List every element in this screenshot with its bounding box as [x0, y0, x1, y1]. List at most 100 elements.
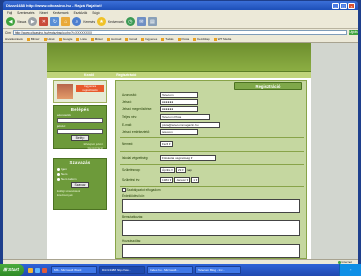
promo-badge[interactable]: Ingyenes regisztráció — [76, 84, 104, 92]
favorites-icon[interactable]: ★ — [97, 17, 107, 26]
form-row: Jelszó emlékeztető: telecom — [122, 129, 304, 135]
taskbar: ⊞ Start MS - Microsoft Word Dizzz4488 ht… — [0, 264, 361, 276]
login-pass-input[interactable] — [57, 129, 103, 134]
minimize-button[interactable]: – — [332, 2, 339, 9]
link-item[interactable]: Google — [58, 37, 72, 41]
menu-tools[interactable]: Eszközök — [74, 11, 88, 15]
nav-register[interactable]: Regisztráció — [116, 73, 136, 77]
birth-day-select[interactable]: 29 — [175, 167, 186, 173]
search-label[interactable]: Keresés — [83, 20, 95, 24]
register-link[interactable]: Regisztráció — [54, 146, 103, 150]
username-field[interactable]: Telecom — [160, 92, 198, 98]
site-nav: Kezdő Regisztráció — [47, 71, 311, 78]
comment-textarea[interactable] — [122, 244, 300, 258]
link-item[interactable]: Posta — [177, 37, 189, 41]
divider — [120, 186, 304, 187]
form-row: Azonosító: Telecom — [122, 92, 304, 98]
link-item[interactable]: Lista — [76, 37, 87, 41]
nav-home[interactable]: Kezdő — [84, 73, 94, 77]
link-item[interactable]: Hotmail — [107, 37, 121, 41]
interests-textarea[interactable] — [122, 199, 300, 213]
go-button[interactable]: Ugrás — [349, 29, 358, 36]
consent-label: Szabályzatot elfogadom — [126, 188, 161, 192]
password-field[interactable]: ●●●●●● — [160, 99, 198, 105]
stop-icon[interactable]: ✕ — [39, 17, 49, 26]
maximize-button[interactable]: □ — [340, 2, 347, 9]
address-input[interactable]: http://www.oitcasino.hu/regisztracio.php… — [12, 29, 347, 36]
radio-icon — [57, 177, 60, 181]
close-button[interactable]: × — [348, 2, 355, 9]
home-icon[interactable]: ⌂ — [61, 17, 71, 26]
email-field[interactable]: pista@telecommagazin.hu — [160, 122, 220, 128]
poll-link[interactable]: Eredmények — [57, 193, 106, 197]
site-container: Kezdő Regisztráció Ingyenes regisztráció… — [47, 43, 311, 259]
poll-option[interactable]: Nem — [57, 172, 103, 176]
windows-logo-icon: ⊞ — [3, 267, 8, 273]
link-item[interactable]: Ingyenes — [141, 37, 157, 41]
task-button[interactable]: MS - Microsoft Word — [51, 266, 97, 274]
back-label[interactable]: Vissza — [17, 20, 26, 24]
poll-option[interactable]: Nem tudom — [57, 177, 103, 181]
link-item[interactable]: Kezdőlap — [193, 37, 210, 41]
link-item[interactable]: Gmail — [125, 37, 137, 41]
history-icon[interactable]: ◷ — [125, 17, 135, 26]
poll-option[interactable]: Igen — [57, 167, 103, 171]
address-label: Cím — [5, 30, 11, 35]
password-confirm-field[interactable]: ●●●●●● — [160, 106, 198, 112]
menu-view[interactable]: Nézet — [40, 11, 48, 15]
field-label: Iskolai végzettség: — [122, 156, 149, 160]
login-pass-label: jelszó: — [57, 124, 66, 128]
media-icon[interactable] — [42, 267, 47, 273]
task-button[interactable]: Dizzz4488 http://ww... — [99, 266, 145, 274]
radio-icon — [57, 172, 60, 176]
links-label: Hivatkozások — [5, 37, 23, 41]
print-icon[interactable]: ▤ — [147, 17, 157, 26]
field-label: Jelszó emlékeztető: — [122, 130, 150, 134]
form-row: Jelszó: ●●●●●● — [122, 99, 304, 105]
refresh-icon[interactable]: ↻ — [50, 17, 60, 26]
mail-icon[interactable]: ✉ — [136, 17, 146, 26]
search-icon[interactable]: ⌕ — [72, 17, 82, 26]
favorites-label[interactable]: Kedvencek — [108, 20, 124, 24]
birth-month-select[interactable]: Április — [160, 167, 175, 173]
task-button[interactable]: Index.hu - Microsoft... — [147, 266, 193, 274]
links-bar: Hivatkozások Bilinsz Hírek Google Lista … — [3, 36, 358, 43]
system-tray: ◔ — [339, 264, 361, 276]
gender-select[interactable]: Férfi — [160, 141, 173, 147]
year-day-select[interactable]: 1 — [191, 177, 200, 183]
vote-button[interactable]: Szavaz — [71, 182, 89, 188]
checkbox-icon[interactable] — [122, 188, 126, 192]
registration-form: Regisztráció Azonosító: Telecom Jelszó: … — [115, 80, 307, 259]
reminder-field[interactable]: telecom — [160, 129, 198, 135]
fullname-field[interactable]: Telecom Pista — [160, 114, 210, 120]
year-month-select[interactable]: Január — [174, 177, 191, 183]
menu-help[interactable]: Súgó — [92, 11, 99, 15]
desktop-icon[interactable] — [28, 267, 33, 273]
form-row: Teljes név: Telecom Pista — [122, 114, 304, 120]
forward-icon[interactable]: ▶ — [28, 17, 38, 26]
task-button[interactable]: Telecom Blog - Inc... — [195, 266, 241, 274]
menu-file[interactable]: Fájl — [7, 11, 12, 15]
promo-box: Ingyenes regisztráció — [53, 80, 107, 103]
form-row: Jelszó megerősítése: ●●●●●● — [122, 106, 304, 112]
login-user-input[interactable] — [57, 118, 103, 123]
ie-icon[interactable] — [35, 267, 40, 273]
menu-favorites[interactable]: Kedvencek — [53, 11, 69, 15]
education-select[interactable]: Főiskolai végzettség — [160, 155, 216, 161]
field-label: Nemed: — [122, 142, 134, 146]
link-item[interactable]: Tudás — [161, 37, 174, 41]
left-column: Ingyenes regisztráció Belépés azonosító:… — [49, 80, 111, 259]
quick-launch — [28, 267, 47, 273]
link-item[interactable]: Műsor — [90, 37, 103, 41]
textarea-label: Érdeklődési kör: — [122, 194, 145, 198]
link-item[interactable]: WT Media — [213, 37, 231, 41]
link-item[interactable]: Hírek — [43, 37, 55, 41]
intro-textarea[interactable] — [122, 220, 300, 236]
menu-edit[interactable]: Szerkesztés — [17, 11, 34, 15]
avatar — [57, 84, 73, 99]
start-button[interactable]: ⊞ Start — [0, 264, 24, 276]
login-button[interactable]: Belép — [71, 135, 89, 141]
link-item[interactable]: Bilinsz — [26, 37, 40, 41]
back-icon[interactable]: ◀ — [6, 17, 15, 26]
birth-year-select[interactable]: 1984 — [160, 177, 174, 183]
